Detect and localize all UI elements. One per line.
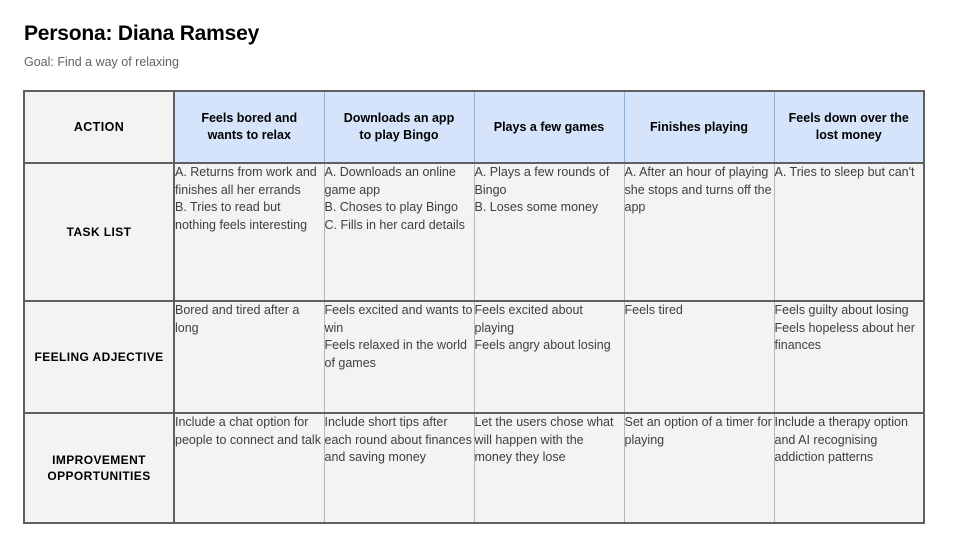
cell-feeling-stage-2: Feels excited and wants to win Feels rel… — [324, 301, 475, 414]
heading-block: Persona: Diana Ramsey Goal: Find a way o… — [24, 20, 724, 71]
cell-improvement-stage-4: Set an option of a timer for playing — [624, 413, 775, 523]
cell-task-list-stage-4: A. After an hour of playing she stops an… — [624, 163, 775, 302]
cell-feeling-stage-3: Feels excited about playing Feels angry … — [474, 301, 625, 414]
customer-journey-table: ACTION Feels bored and wants to relax Do… — [23, 90, 925, 524]
cell-improvement-stage-3: Let the users chose what will happen wit… — [474, 413, 625, 523]
row-header-task-list: TASK LIST — [24, 163, 175, 302]
stage-header-5: Feels down over the lost money — [774, 91, 924, 164]
cell-feeling-stage-4: Feels tired — [624, 301, 775, 414]
column-header-action: ACTION — [24, 91, 175, 164]
stage-header-4: Finishes playing — [624, 91, 775, 164]
cell-task-list-stage-3: A. Plays a few rounds of Bingo B. Loses … — [474, 163, 625, 302]
cell-task-list-stage-2: A. Downloads an online game app B. Chose… — [324, 163, 475, 302]
table-row: IMPROVEMENT OPPORTUNITIES Include a chat… — [24, 413, 924, 523]
page-goal-subtitle: Goal: Find a way of relaxing — [24, 55, 179, 69]
table-header-row: ACTION Feels bored and wants to relax Do… — [24, 91, 924, 164]
stage-header-1: Feels bored and wants to relax — [174, 91, 325, 164]
cell-feeling-stage-5: Feels guilty about losing Feels hopeless… — [774, 301, 924, 414]
page-title: Persona: Diana Ramsey — [24, 22, 260, 45]
table-row: FEELING ADJECTIVE Bored and tired after … — [24, 301, 924, 414]
cell-improvement-stage-1: Include a chat option for people to conn… — [174, 413, 325, 523]
cell-task-list-stage-5: A. Tries to sleep but can't — [774, 163, 924, 302]
stage-header-3: Plays a few games — [474, 91, 625, 164]
row-header-feeling-adjective: FEELING ADJECTIVE — [24, 301, 175, 414]
cell-improvement-stage-2: Include short tips after each round abou… — [324, 413, 475, 523]
stage-header-2: Downloads an app to play Bingo — [324, 91, 475, 164]
cell-feeling-stage-1: Bored and tired after a long — [174, 301, 325, 414]
cell-task-list-stage-1: A. Returns from work and finishes all he… — [174, 163, 325, 302]
row-header-improvement-opportunities: IMPROVEMENT OPPORTUNITIES — [24, 413, 175, 523]
cell-improvement-stage-5: Include a therapy option and AI recognis… — [774, 413, 924, 523]
journey-map-page: Persona: Diana Ramsey Goal: Find a way o… — [0, 0, 960, 540]
table-row: TASK LIST A. Returns from work and finis… — [24, 163, 924, 302]
